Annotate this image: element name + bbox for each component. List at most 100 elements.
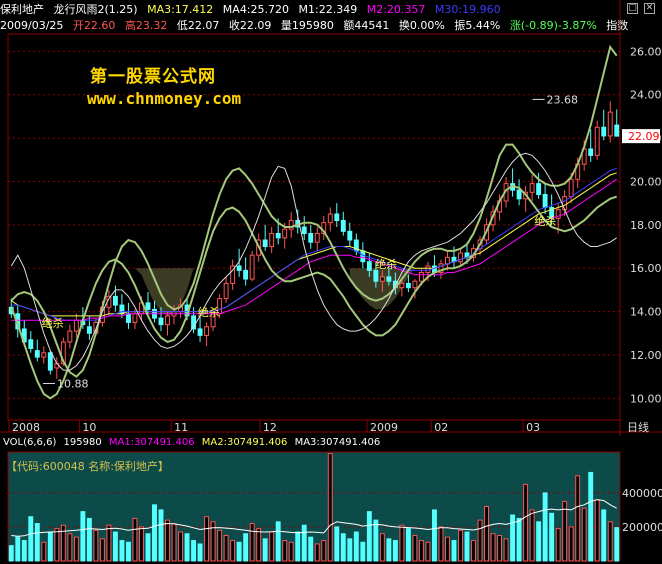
candle-body bbox=[262, 239, 268, 248]
volume-bar bbox=[152, 504, 157, 562]
volume-bar bbox=[321, 540, 327, 562]
candle-body bbox=[28, 339, 34, 349]
volume-bar bbox=[562, 500, 568, 562]
candle-body bbox=[112, 295, 118, 306]
volume-bar bbox=[54, 528, 60, 562]
volume-bar bbox=[171, 523, 177, 562]
candle-body bbox=[132, 313, 138, 323]
vol-ma3: MA3:307491.406 bbox=[294, 437, 381, 448]
volume-bar bbox=[425, 541, 431, 562]
volume-bar bbox=[243, 533, 249, 562]
volume-bar bbox=[223, 534, 229, 562]
candle-body bbox=[379, 276, 385, 282]
volume-bar bbox=[80, 511, 86, 562]
candle-body bbox=[386, 276, 392, 282]
candle-body bbox=[67, 330, 73, 343]
candle-body bbox=[47, 352, 53, 371]
candle-body bbox=[165, 315, 170, 326]
x-tick-label: 02 bbox=[434, 421, 448, 434]
vol-ma2: MA2:307491.406 bbox=[201, 437, 288, 448]
signal-label: 绝杀 bbox=[198, 305, 220, 319]
candle-body bbox=[145, 302, 151, 310]
volume-bar bbox=[594, 499, 600, 562]
volume-bar bbox=[373, 519, 379, 562]
volume-bar bbox=[34, 523, 40, 562]
candle-body bbox=[529, 183, 535, 193]
candle-body bbox=[373, 269, 379, 282]
candle-body bbox=[301, 226, 307, 235]
volume-bar bbox=[125, 541, 131, 562]
vol-tick-label: 200000 bbox=[622, 521, 662, 534]
candle-body bbox=[282, 228, 288, 239]
volume-bar bbox=[28, 516, 34, 562]
volume-bar bbox=[418, 540, 424, 562]
volume-bar bbox=[568, 526, 574, 562]
volume-bar bbox=[47, 531, 53, 562]
volume-bar bbox=[191, 540, 197, 562]
candle-body bbox=[340, 219, 346, 232]
volume-bar bbox=[458, 529, 463, 562]
volume-bar bbox=[262, 538, 268, 562]
volume-bar bbox=[340, 533, 346, 562]
candle-body bbox=[223, 282, 229, 300]
candle-body bbox=[41, 352, 47, 358]
volume-bar bbox=[360, 541, 366, 562]
candle-body bbox=[412, 280, 418, 289]
signal-label: 绝杀 bbox=[42, 316, 64, 330]
volume-bar bbox=[106, 524, 112, 562]
candle-body bbox=[158, 317, 164, 326]
candle-body bbox=[536, 183, 542, 195]
volume-bar bbox=[379, 533, 385, 562]
volume-bar bbox=[529, 509, 535, 562]
volume-bar bbox=[132, 517, 138, 562]
y-tick-label: 10.00 bbox=[630, 392, 662, 405]
volume-bar bbox=[601, 509, 607, 562]
volume-bar bbox=[523, 483, 529, 562]
watermark-title: 第一股票公式网 bbox=[90, 67, 216, 87]
vol-ma1: MA1:307491.406 bbox=[108, 437, 195, 448]
volume-bar bbox=[282, 540, 288, 562]
volume-bar bbox=[67, 533, 73, 562]
candle-body bbox=[34, 350, 40, 358]
volume-bar bbox=[204, 516, 210, 562]
volume-bar bbox=[158, 509, 164, 562]
volume-bar bbox=[86, 517, 92, 562]
candle-body bbox=[405, 282, 411, 289]
signal-label: 绝杀 bbox=[375, 257, 397, 271]
volume-bar bbox=[445, 536, 450, 562]
volume-bar bbox=[347, 538, 353, 562]
y-tick-label: 14.00 bbox=[630, 306, 662, 319]
volume-bar bbox=[438, 526, 444, 562]
volume-bar bbox=[249, 523, 255, 562]
volume-bar bbox=[431, 509, 437, 562]
volume-bar bbox=[327, 453, 333, 562]
price-extreme-label: 23.68 bbox=[547, 93, 579, 106]
candle-body bbox=[568, 178, 574, 198]
volume-bar bbox=[308, 536, 314, 562]
candle-body bbox=[594, 126, 600, 156]
stock-code-box: 【代码:600048 名称:保利地产】 bbox=[6, 460, 169, 473]
candle-body bbox=[308, 233, 314, 243]
volume-bar bbox=[503, 538, 509, 562]
current-price-label: 22.09 bbox=[628, 130, 660, 143]
period-label: 日线 bbox=[627, 420, 649, 434]
y-tick-label: 24.00 bbox=[630, 89, 662, 102]
candle-body bbox=[399, 282, 405, 289]
volume-bar bbox=[295, 531, 301, 562]
volume-bar bbox=[477, 519, 483, 562]
candle-body bbox=[445, 256, 450, 265]
volume-bar bbox=[112, 531, 118, 562]
candle-body bbox=[425, 265, 431, 274]
volume-bar bbox=[197, 543, 203, 562]
vol-value: 195980 bbox=[63, 437, 102, 448]
volume-bar bbox=[301, 524, 307, 562]
volume-bar bbox=[184, 533, 190, 562]
x-tick-label: 03 bbox=[526, 421, 540, 434]
volume-chart[interactable]: 200000 400000 bbox=[0, 436, 662, 564]
volume-bar bbox=[392, 540, 398, 562]
volume-bar bbox=[334, 526, 340, 562]
y-tick-label: 20.00 bbox=[630, 175, 662, 188]
volume-bar bbox=[588, 471, 594, 562]
volume-bar bbox=[93, 529, 99, 562]
volume-bar bbox=[497, 534, 503, 562]
